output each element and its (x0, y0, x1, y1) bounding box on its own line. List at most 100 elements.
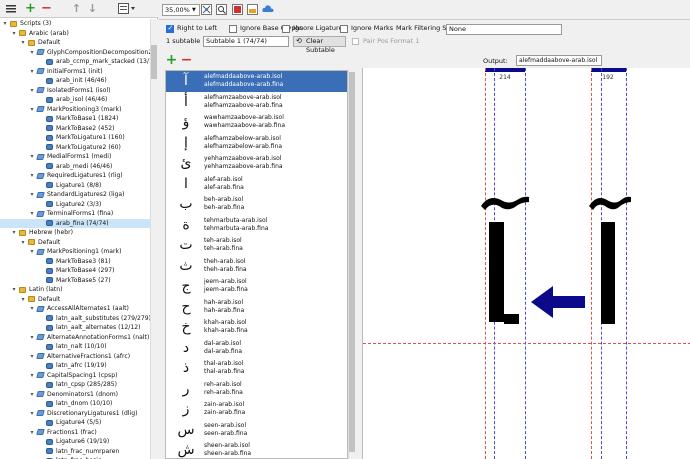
expand-toggle-icon[interactable]: ▾ (20, 38, 26, 48)
tree-item[interactable]: Ligature2 (3/3) (0, 200, 150, 210)
tree-item[interactable]: ▾ IsolatedForms1 (isol) (0, 86, 150, 96)
tree-item[interactable]: arab_medi (46/46) (0, 162, 150, 172)
ignore-marks-checkbox[interactable] (340, 25, 348, 33)
expand-toggle-icon[interactable]: ▾ (11, 285, 17, 295)
expand-toggle-icon[interactable]: ▾ (20, 238, 26, 248)
expand-toggle-icon[interactable]: ▾ (29, 86, 35, 96)
tree-item[interactable]: ▾ GlyphCompositionDecomposition2 (ccmp) (0, 48, 150, 58)
arrow-up-icon[interactable]: ↑ (70, 2, 83, 15)
tree-item[interactable]: ▾ TerminalForms1 (fina) (0, 209, 150, 219)
remove-glyph-icon[interactable]: − (180, 52, 193, 68)
tree-item[interactable]: MarkToBase5 (27) (0, 276, 150, 286)
zoom-icon[interactable] (216, 4, 227, 15)
tree-item[interactable]: ▾ MarkPositioning1 (mark) (0, 247, 150, 257)
arrow-down-icon[interactable]: ↓ (86, 2, 99, 15)
tree-item[interactable]: ▾ InitialForms1 (init) (0, 67, 150, 77)
tree-item[interactable]: ▾ StandardLigatures2 (liga) (0, 190, 150, 200)
output-select[interactable]: alefmaddaabove-arab.isol (516, 55, 602, 66)
expand-toggle-icon[interactable]: ▾ (29, 67, 35, 77)
plus-icon[interactable]: + (24, 1, 37, 16)
expand-toggle-icon[interactable]: ▾ (29, 209, 35, 219)
glyph-list-item[interactable]: آ alefmaddaabove-arab.isol alefmaddaabove-… (166, 71, 347, 92)
tree-item[interactable]: ▾ DiscretionaryLigatures1 (dlig) (0, 409, 150, 419)
tree-item[interactable]: ▾ Fractions1 (frac) (0, 428, 150, 438)
tree-item[interactable]: latn_aalt_substitutes (279/279) (0, 314, 150, 324)
tree-item[interactable]: Ligature1 (8/8) (0, 181, 150, 191)
tree-item[interactable]: latn_afrc (19/19) (0, 361, 150, 371)
fit-zoom-icon[interactable] (201, 4, 212, 15)
tree-item[interactable]: ▾ Hebrew (hebr) (0, 228, 150, 238)
expand-toggle-icon[interactable]: ▾ (29, 304, 35, 314)
tree-item[interactable]: arab_init (46/46) (0, 76, 150, 86)
tree-item[interactable]: MarkToBase1 (1824) (0, 114, 150, 124)
tree-item[interactable]: MarkToBase3 (81) (0, 257, 150, 267)
tree-item[interactable]: ▾ AccessAllAlternates1 (aalt) (0, 304, 150, 314)
tree-item[interactable]: ▾ Denominators1 (dnom) (0, 390, 150, 400)
tree-item[interactable]: arab_fina (74/74) (0, 218, 150, 228)
glyph-list-item[interactable]: س seen-arab.isol seen-arab.fina (166, 420, 347, 441)
subtable-select[interactable]: Subtable 1 (74/74) (203, 36, 289, 47)
glyph-list-scrollbar-thumb[interactable] (349, 72, 355, 452)
tree-item[interactable]: ▾ MarkPositioning3 (mark) (0, 105, 150, 115)
tree-item[interactable]: ▾ AlternateAnnotationForms1 (nalt) (0, 333, 150, 343)
tree-item[interactable]: latn_nalt (10/10) (0, 342, 150, 352)
glyph-list-item[interactable]: خ khah-arab.isol khah-arab.fina (166, 317, 347, 338)
tree-item[interactable]: arab_isol (46/46) (0, 95, 150, 105)
glyph-list-item[interactable]: ث theh-arab.isol theh-arab.fina (166, 256, 347, 277)
tree-item[interactable]: Ligature4 (5/5) (0, 418, 150, 428)
ignore-ligatures-checkbox[interactable] (282, 25, 290, 33)
tree-item[interactable]: MarkToBase2 (452) (0, 124, 150, 134)
glyph-list-item[interactable]: أ alefhamzaabove-arab.isol alefhamzaabove-… (166, 92, 347, 113)
glyph-list-item[interactable]: ب beh-arab.isol beh-arab.fina (166, 194, 347, 215)
expand-toggle-icon[interactable]: ▾ (29, 152, 35, 162)
expand-toggle-icon[interactable]: ▾ (29, 333, 35, 343)
cloud-icon[interactable] (262, 4, 274, 15)
menu-icon[interactable] (4, 2, 17, 15)
expand-toggle-icon[interactable]: ▾ (29, 428, 35, 438)
ignore-base-glyphs-checkbox[interactable] (229, 25, 237, 33)
expand-toggle-icon[interactable]: ▾ (11, 228, 17, 238)
expand-toggle-icon[interactable]: ▾ (29, 390, 35, 400)
right-to-left-checkbox[interactable] (166, 24, 174, 33)
tree-item[interactable]: Ligature6 (19/19) (0, 437, 150, 447)
tree-item[interactable]: latn_dnom (10/10) (0, 399, 150, 409)
glyph-list-item[interactable]: ر reh-arab.isol reh-arab.fina (166, 379, 347, 400)
tree-item[interactable]: ▾ Default (0, 238, 150, 248)
tree-scrollbar[interactable] (150, 19, 158, 459)
glyph-list-item[interactable]: ز zain-arab.isol zain-arab.fina (166, 399, 347, 420)
tree-item[interactable]: arab_ccmp_mark_stacked (13/13) (0, 57, 150, 67)
expand-toggle-icon[interactable]: ▾ (29, 409, 35, 419)
expand-toggle-icon[interactable]: ▾ (29, 352, 35, 362)
tree-item[interactable]: ▾ AlternativeFractions1 (afrc) (0, 352, 150, 362)
glyph-list-item[interactable]: ت teh-arab.isol teh-arab.fina (166, 235, 347, 256)
expand-toggle-icon[interactable]: ▾ (2, 19, 8, 29)
tree-item[interactable]: MarkToLigature2 (60) (0, 143, 150, 153)
glyph-list-item[interactable]: ح hah-arab.isol hah-arab.fina (166, 297, 347, 318)
glyph-list-item[interactable]: ئ yehhamzaabove-arab.isol yehhamzaabove-ar… (166, 153, 347, 174)
expand-toggle-icon[interactable]: ▾ (29, 171, 35, 181)
glyph-list[interactable]: آ alefmaddaabove-arab.isol alefmaddaabove-… (165, 70, 348, 459)
glyph-list-item[interactable]: ذ thal-arab.isol thal-arab.fina (166, 358, 347, 379)
glyph-list-item[interactable]: ؤ wawhamzaabove-arab.isol wawhamzaabove-ar… (166, 112, 347, 133)
lookup-tree[interactable]: ▾ Scripts (3) ▾ Arabic (arab) ▾ Default ▾ Glyph… (0, 19, 150, 459)
glyph-list-item[interactable]: ا alef-arab.isol alef-arab.fina (166, 174, 347, 195)
view-options-icon[interactable] (117, 2, 137, 15)
glyph-list-item[interactable]: إ alefhamzabelow-arab.isol alefhamzabelow-… (166, 133, 347, 154)
tree-item[interactable]: ▾ MedialForms1 (medi) (0, 152, 150, 162)
glyph-list-item[interactable]: د dal-arab.isol dal-arab.fina (166, 338, 347, 359)
tree-item[interactable]: ▾ Scripts (3) (0, 19, 150, 29)
tree-item[interactable]: latn_cpsp (285/285) (0, 380, 150, 390)
tree-item[interactable]: MarkToLigature1 (160) (0, 133, 150, 143)
expand-toggle-icon[interactable]: ▾ (29, 105, 35, 115)
expand-toggle-icon[interactable]: ▾ (20, 295, 26, 305)
minus-icon[interactable]: − (40, 1, 53, 16)
tree-item[interactable]: latn_aalt_alternates (12/12) (0, 323, 150, 333)
expand-toggle-icon[interactable]: ▾ (11, 29, 17, 39)
clear-subtable-button[interactable]: ⟲ Clear Subtable (293, 36, 346, 54)
glyph-list-item[interactable]: ج jeem-arab.isol jeem-arab.fina (166, 276, 347, 297)
tree-item[interactable]: ▾ Default (0, 38, 150, 48)
expand-toggle-icon[interactable]: ▾ (29, 247, 35, 257)
mark-filtering-set-select[interactable]: None (446, 24, 562, 35)
tree-item[interactable]: ▾ RequiredLigatures1 (rlig) (0, 171, 150, 181)
tree-item[interactable]: ▾ Latin (latn) (0, 285, 150, 295)
